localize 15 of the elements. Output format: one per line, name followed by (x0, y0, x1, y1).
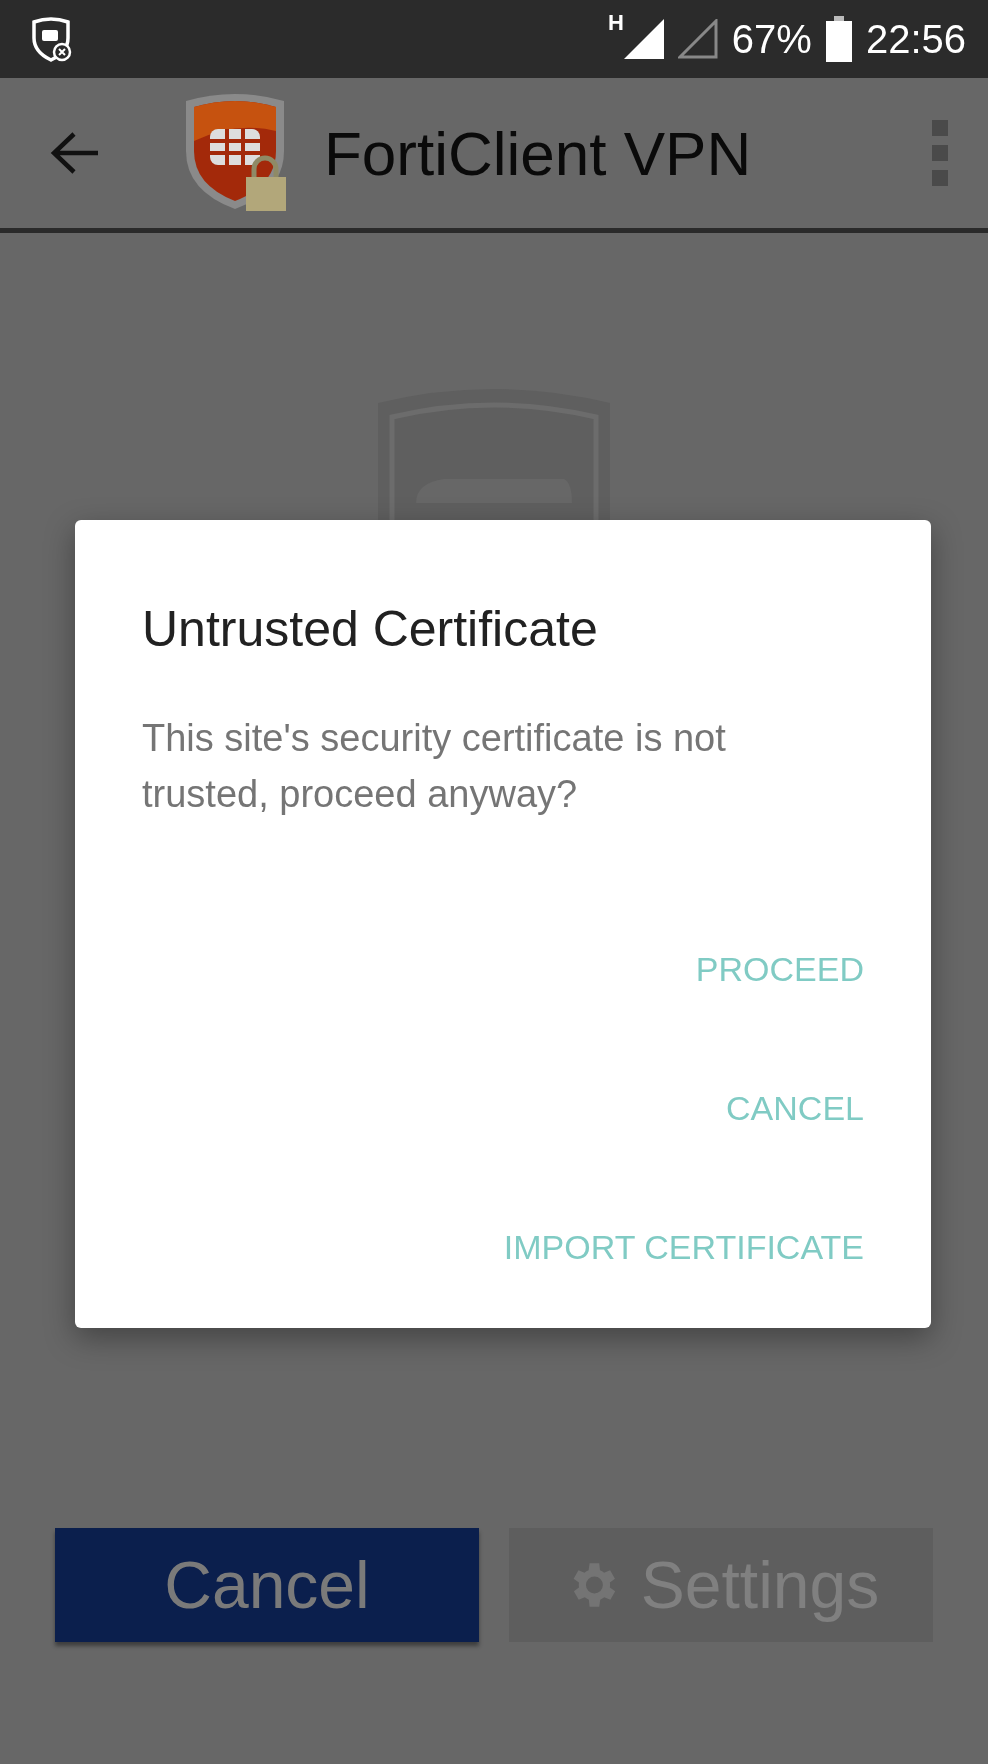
cancel-button[interactable]: Cancel (55, 1528, 479, 1642)
signal-icon (623, 19, 664, 59)
dialog-message: This site's security certificate is not trusted, proceed anyway? (142, 716, 727, 817)
battery-icon (825, 16, 852, 62)
dialog-title: Untrusted Certificate (142, 600, 599, 658)
shield-notification-icon (30, 16, 72, 62)
network-type: H (607, 10, 624, 36)
clock: 22:56 (865, 16, 966, 62)
signal-empty-icon (677, 19, 718, 59)
dialog-action-button[interactable]: PROCEED (695, 950, 864, 989)
dialog-action-button[interactable]: IMPORT CERTIFICATE (503, 1228, 864, 1267)
battery-percent: 67% (731, 16, 812, 62)
dialog-action-button[interactable]: CANCEL (726, 1089, 864, 1128)
app-title: FortiClient VPN (324, 117, 752, 189)
back-arrow-icon[interactable] (50, 131, 100, 175)
